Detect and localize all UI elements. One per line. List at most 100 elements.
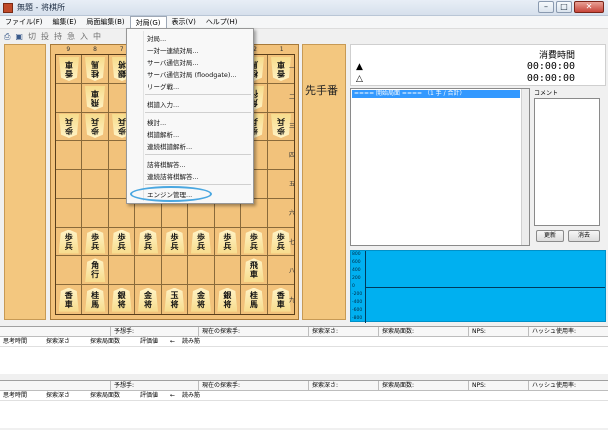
shogi-piece[interactable]: 歩兵 <box>85 114 105 138</box>
shogi-piece[interactable]: 歩兵 <box>164 229 185 254</box>
board-square[interactable] <box>82 198 109 228</box>
menu-item[interactable]: 連続詰将棋解答... <box>147 171 199 181</box>
update-button[interactable]: 更新 <box>536 230 564 242</box>
toolbar-cut[interactable]: 切 <box>26 31 38 43</box>
board-square[interactable]: 香車 <box>56 55 83 84</box>
board-square[interactable]: 桂馬 <box>82 285 109 314</box>
board-square[interactable] <box>56 198 83 228</box>
board-square[interactable]: 金将 <box>188 285 215 314</box>
menu-item[interactable]: 対局... <box>147 33 166 43</box>
menu-item[interactable]: サーバ通信対局 (floodgate)... <box>147 69 237 79</box>
toolbar-quick[interactable]: 急 <box>65 31 77 43</box>
board-square[interactable]: 歩兵 <box>82 112 109 142</box>
shogi-piece[interactable]: 飛車 <box>85 86 105 110</box>
board-square[interactable]: 歩兵 <box>82 227 109 257</box>
menu-edit[interactable]: 編集(E) <box>48 16 82 28</box>
board-square[interactable]: 飛車 <box>241 256 268 286</box>
shogi-piece[interactable]: 香車 <box>58 287 79 312</box>
toolbar-resign[interactable]: 投 <box>39 31 51 43</box>
board-square[interactable]: 金将 <box>135 285 162 314</box>
shogi-piece[interactable]: 歩兵 <box>138 229 159 254</box>
board-square[interactable]: 歩兵 <box>241 227 268 257</box>
shogi-piece[interactable]: 角行 <box>85 258 106 283</box>
shogi-piece[interactable]: 銀将 <box>111 287 132 312</box>
board-square[interactable]: 歩兵 <box>188 227 215 257</box>
menu-game[interactable]: 対局(G) <box>129 16 167 28</box>
board-square[interactable] <box>214 256 242 286</box>
board-square[interactable]: 歩兵 <box>56 227 83 257</box>
kifu-row-selected[interactable]: ==== 開始局面 ==== （1 手 / 合計） <box>352 90 520 98</box>
shogi-piece[interactable]: 歩兵 <box>190 229 211 254</box>
kifu-scrollbar[interactable] <box>521 89 529 245</box>
board-square[interactable] <box>56 170 83 199</box>
board-square[interactable] <box>82 141 109 171</box>
board-square[interactable] <box>82 170 109 199</box>
menu-position-edit[interactable]: 局面編集(B) <box>81 16 129 28</box>
board-square[interactable] <box>108 256 136 286</box>
board-square[interactable] <box>161 256 189 286</box>
menu-item[interactable]: 詰将棋解答... <box>147 159 186 169</box>
menu-file[interactable]: ファイル(F) <box>0 16 48 28</box>
board-square[interactable]: 角行 <box>82 256 109 286</box>
kifu-list[interactable]: ==== 開始局面 ==== （1 手 / 合計） <box>350 88 530 246</box>
board-square[interactable] <box>56 141 83 171</box>
graph-zero-line <box>365 287 605 288</box>
shogi-piece[interactable]: 歩兵 <box>243 229 264 254</box>
menu-item[interactable]: 一対一連続対局... <box>147 45 199 55</box>
menu-view[interactable]: 表示(V) <box>167 16 201 28</box>
board-square[interactable]: 桂馬 <box>82 55 109 84</box>
shogi-piece[interactable]: 銀将 <box>217 287 238 312</box>
toolbar: ⎙ ▣ 切 投 持 急 入 中 <box>0 30 130 43</box>
shogi-piece[interactable]: 香車 <box>59 57 79 81</box>
time-header: 消費時間 <box>538 51 575 61</box>
menu-item[interactable]: リーグ戦... <box>147 81 179 91</box>
board-square[interactable] <box>188 256 215 286</box>
shogi-piece[interactable]: 歩兵 <box>59 114 79 138</box>
board-square[interactable]: 飛車 <box>82 83 109 113</box>
clear-button[interactable]: 消去 <box>568 230 600 242</box>
board-square[interactable] <box>56 83 83 113</box>
board-square[interactable]: 銀将 <box>215 285 242 314</box>
board-square[interactable]: 歩兵 <box>108 227 136 257</box>
shogi-piece[interactable]: 桂馬 <box>85 57 105 81</box>
toolbar-stop[interactable]: 中 <box>91 31 103 43</box>
shogi-piece[interactable]: 桂馬 <box>243 287 264 312</box>
toolbar-hold[interactable]: 持 <box>52 31 64 43</box>
shogi-piece[interactable]: 金将 <box>190 287 211 312</box>
menu-item[interactable]: 棋譜解析... <box>147 129 179 139</box>
board-square[interactable]: 桂馬 <box>241 285 268 314</box>
board-square[interactable]: 玉将 <box>162 285 189 314</box>
menu-item[interactable]: 検討... <box>147 117 166 127</box>
menu-item[interactable]: 棋譜入力... <box>147 99 179 109</box>
shogi-piece[interactable]: 玉将 <box>164 287 185 312</box>
shogi-piece[interactable]: 飛車 <box>243 258 264 283</box>
menu-item[interactable]: 連続棋譜解析... <box>147 141 192 151</box>
maximize-button[interactable]: □ <box>556 1 572 13</box>
board-square[interactable] <box>135 256 162 286</box>
shogi-piece[interactable]: 歩兵 <box>217 229 238 254</box>
comment-textarea[interactable] <box>534 98 600 226</box>
board-square[interactable] <box>56 256 83 286</box>
board-square[interactable]: 歩兵 <box>214 227 242 257</box>
menu-item[interactable]: サーバ通信対局... <box>147 57 199 67</box>
predicted-move-label: 予想手: <box>110 327 198 337</box>
board-square[interactable]: 歩兵 <box>56 112 83 142</box>
board-square[interactable]: 香車 <box>56 285 83 314</box>
graph-tick: -600 <box>352 308 363 313</box>
gote-time: 00:00:00 <box>526 73 575 84</box>
shogi-piece[interactable]: 歩兵 <box>111 229 132 254</box>
close-button[interactable]: ✕ <box>574 1 604 13</box>
board-square[interactable]: 歩兵 <box>135 227 162 257</box>
menu-help[interactable]: ヘルプ(H) <box>201 16 243 28</box>
shogi-piece[interactable]: 桂馬 <box>85 287 106 312</box>
print-icon[interactable]: ⎙ <box>2 31 12 43</box>
board-square[interactable]: 銀将 <box>109 285 136 314</box>
save-icon[interactable]: ▣ <box>13 31 25 43</box>
shogi-piece[interactable]: 歩兵 <box>85 229 106 254</box>
shogi-piece[interactable]: 金将 <box>138 287 159 312</box>
gote-piece-stand[interactable] <box>4 44 46 320</box>
board-square[interactable]: 歩兵 <box>161 227 189 257</box>
toolbar-enter[interactable]: 入 <box>78 31 90 43</box>
minimize-button[interactable]: – <box>538 1 554 13</box>
shogi-piece[interactable]: 歩兵 <box>58 229 79 254</box>
